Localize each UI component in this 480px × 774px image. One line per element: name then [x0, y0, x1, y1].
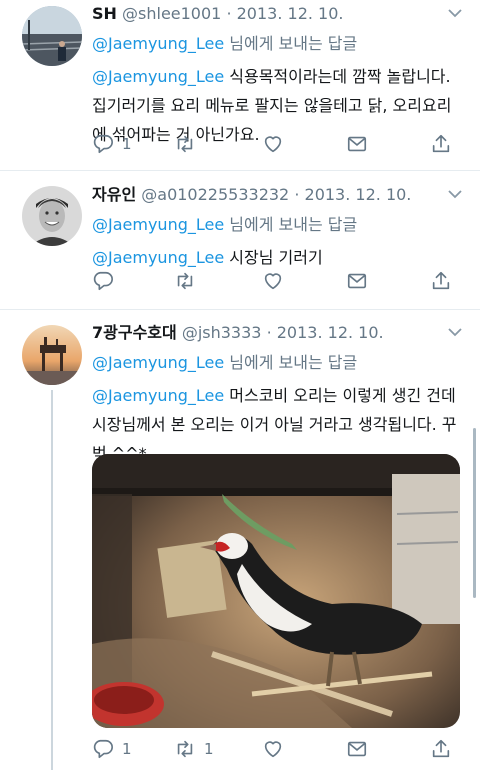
reply-button[interactable]: [92, 267, 122, 295]
avatar-photo: [22, 6, 82, 66]
reply-icon: [93, 134, 113, 154]
tweet-date[interactable]: 2013. 12. 10.: [277, 323, 384, 342]
retweet-icon: [177, 740, 193, 758]
reply-to-link[interactable]: @Jaemyung_Lee: [92, 353, 224, 372]
chevron-down-icon[interactable]: [448, 187, 462, 203]
chevron-down-icon[interactable]: [448, 6, 462, 22]
separator: ·: [266, 323, 272, 342]
mail-icon: [347, 136, 367, 152]
dm-button[interactable]: [346, 267, 368, 295]
reply-count: 1: [122, 740, 132, 758]
separator: ·: [226, 4, 232, 23]
reply-to-link[interactable]: @Jaemyung_Lee: [92, 215, 224, 234]
like-button[interactable]: [262, 735, 292, 763]
retweet-count: 1: [204, 740, 214, 758]
avatar[interactable]: [22, 6, 82, 66]
reply-count: 1: [122, 135, 132, 153]
reply-to-link[interactable]: @Jaemyung_Lee: [92, 34, 224, 53]
chevron-down-icon[interactable]: [448, 325, 462, 341]
reply-to-label: 님에게 보내는 답글: [224, 353, 358, 372]
share-button[interactable]: [430, 267, 452, 295]
user-name[interactable]: SH: [92, 4, 117, 23]
user-handle[interactable]: @shlee1001: [122, 4, 221, 23]
retweet-button[interactable]: [174, 130, 204, 158]
user-name[interactable]: 7광구수호대: [92, 323, 177, 342]
share-button[interactable]: [430, 735, 452, 763]
user-handle[interactable]: @a010225533232: [141, 185, 289, 204]
reply-button[interactable]: 1: [92, 130, 132, 158]
user-name[interactable]: 자유인: [92, 185, 136, 204]
tweet[interactable]: 자유인 @a010225533232 · 2013. 12. 10. @Jaem…: [0, 171, 480, 309]
reply-to-label: 님에게 보내는 답글: [224, 34, 358, 53]
reply-to-label: 님에게 보내는 답글: [224, 215, 358, 234]
retweet-icon: [177, 135, 193, 153]
tweet[interactable]: SH @shlee1001 · 2013. 12. 10. @Jaemyung_…: [0, 0, 480, 170]
like-button[interactable]: [262, 267, 292, 295]
mention-link[interactable]: @Jaemyung_Lee: [92, 67, 224, 86]
replying-to: @Jaemyung_Lee 님에게 보내는 답글: [92, 351, 466, 375]
tweet-date[interactable]: 2013. 12. 10.: [237, 4, 344, 23]
reply-icon: [93, 271, 113, 291]
tweet-body: 시장님 기러기: [224, 248, 323, 267]
heart-icon: [264, 136, 282, 153]
tweet-header: 7광구수호대 @jsh3333 · 2013. 12. 10.: [92, 321, 466, 345]
heart-icon: [264, 273, 282, 290]
replying-to: @Jaemyung_Lee 님에게 보내는 답글: [92, 213, 466, 237]
like-button[interactable]: [262, 130, 292, 158]
share-button[interactable]: [430, 130, 452, 158]
avatar[interactable]: [22, 325, 82, 385]
avatar-photo: [22, 325, 82, 385]
tweet-date[interactable]: 2013. 12. 10.: [305, 185, 412, 204]
replying-to: @Jaemyung_Lee 님에게 보내는 답글: [92, 32, 466, 56]
mention-link[interactable]: @Jaemyung_Lee: [92, 386, 224, 405]
retweet-button[interactable]: [174, 267, 204, 295]
duck-photo: [92, 454, 460, 728]
scrollbar[interactable]: [473, 428, 476, 598]
tweet[interactable]: 7광구수호대 @jsh3333 · 2013. 12. 10. @Jaemyun…: [0, 310, 480, 774]
retweet-icon: [177, 272, 193, 290]
retweet-button[interactable]: 1: [174, 735, 214, 763]
separator: ·: [294, 185, 300, 204]
heart-icon: [264, 741, 282, 758]
reply-icon: [93, 739, 113, 759]
mail-icon: [347, 741, 367, 757]
dm-button[interactable]: [346, 735, 368, 763]
reply-button[interactable]: 1: [92, 735, 132, 763]
tweet-header: 자유인 @a010225533232 · 2013. 12. 10.: [92, 183, 466, 207]
share-icon: [432, 739, 450, 758]
thread-connector: [51, 390, 53, 770]
share-icon: [432, 271, 450, 290]
mail-icon: [347, 273, 367, 289]
share-icon: [432, 134, 450, 153]
avatar[interactable]: [22, 186, 82, 246]
mention-link[interactable]: @Jaemyung_Lee: [92, 248, 224, 267]
user-handle[interactable]: @jsh3333: [182, 323, 262, 342]
tweet-header: SH @shlee1001 · 2013. 12. 10.: [92, 2, 466, 26]
avatar-photo: [22, 186, 82, 246]
tweet-image[interactable]: [92, 454, 460, 728]
dm-button[interactable]: [346, 130, 368, 158]
